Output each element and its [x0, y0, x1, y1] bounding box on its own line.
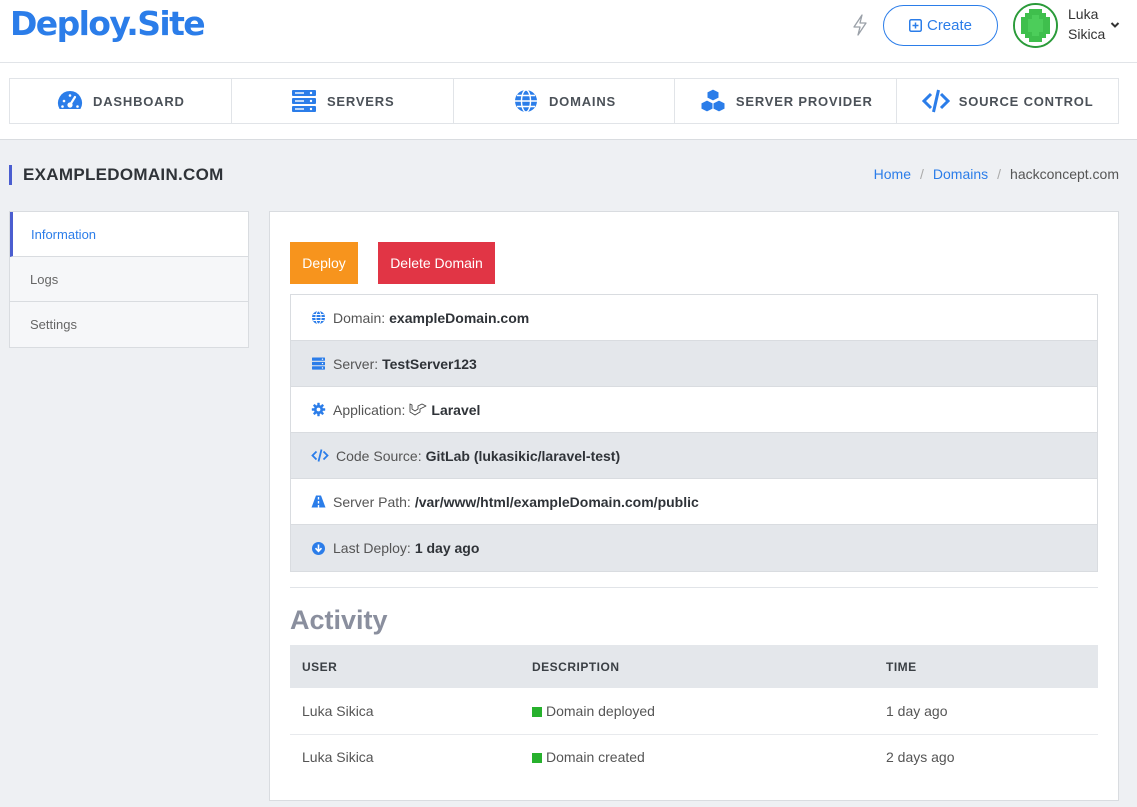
cell-user: Luka Sikica [290, 688, 520, 735]
info-value: /var/www/html/exampleDomain.com/public [414, 493, 699, 510]
globe-icon [311, 310, 326, 325]
info-label: Application: [333, 401, 406, 418]
divider [290, 587, 1098, 588]
cell-user: Luka Sikica [302, 749, 374, 766]
info-row-last-deploy: Last Deploy: 1 day ago [291, 525, 1097, 571]
info-label: Domain: [333, 309, 386, 326]
nav-item-label: SERVERS [326, 93, 395, 109]
info-label: Server: [333, 355, 379, 372]
create-button[interactable]: Create [883, 5, 998, 46]
info-label: Server Path: [333, 493, 411, 510]
user-first-name: Luka [1068, 6, 1099, 22]
side-item-information[interactable]: Information [10, 212, 248, 257]
globe-icon [514, 89, 537, 113]
code-icon [311, 448, 329, 463]
info-value: exampleDomain.com [389, 309, 530, 326]
deploy-button[interactable]: Deploy [290, 242, 358, 284]
table-row: Luka Sikica Domain created 2 days ago [290, 734, 1098, 780]
create-button-label: Create [926, 17, 973, 34]
info-value: GitLab (lukasikic/laravel-test) [425, 447, 621, 464]
status-dot [532, 706, 542, 717]
breadcrumb-home[interactable]: Home [874, 166, 911, 182]
activity-title: Activity [290, 605, 388, 635]
info-value: Laravel [431, 401, 481, 418]
side-menu: Information Logs Settings [9, 211, 249, 348]
breadcrumb-domains[interactable]: Domains [933, 166, 988, 182]
info-label: Last Deploy: [333, 540, 411, 556]
server-icon [291, 90, 316, 112]
cell-description: Domain created [520, 734, 874, 780]
nav-item-label: DASHBOARD [93, 93, 185, 109]
laravel-logo-icon [409, 403, 427, 416]
info-row-domain: Domain: exampleDomain.com [291, 295, 1097, 341]
cell-description-text: Domain deployed [546, 702, 655, 719]
top-bar: Deploy.Site Create Luka Sikica [0, 0, 1137, 63]
gear-icon [311, 402, 326, 417]
cell-time: 2 days ago [886, 749, 955, 766]
nav-item-source-control[interactable]: SOURCE CONTROL [897, 79, 1118, 123]
cell-description: Domain deployed [520, 688, 874, 735]
nav-item-label: SOURCE CONTROL [958, 93, 1094, 109]
nav-item-servers[interactable]: SERVERS [232, 79, 454, 123]
column-header-time: TIME [874, 645, 1098, 688]
side-item-settings[interactable]: Settings [10, 302, 248, 347]
side-item-logs[interactable]: Logs [10, 257, 248, 302]
main-nav-bar: DASHBOARD SERVERS DOMAINS SERVER PROVIDE… [0, 63, 1137, 140]
cubes-icon [700, 88, 726, 113]
info-value: TestServer123 [382, 355, 477, 372]
user-name[interactable]: Luka Sikica [1068, 4, 1110, 44]
logo[interactable]: Deploy.Site [10, 4, 206, 43]
nav-item-label: SERVER PROVIDER [735, 93, 873, 109]
column-header-user: USER [290, 645, 520, 688]
speedometer-icon [58, 91, 83, 109]
info-value: 1 day ago [414, 540, 480, 556]
column-header-description: DESCRIPTION [520, 645, 874, 688]
nav-item-server-provider[interactable]: SERVER PROVIDER [675, 79, 898, 123]
page-title: EXAMPLEDOMAIN.COM [9, 165, 224, 185]
breadcrumb-separator: / [997, 166, 1002, 182]
delete-domain-button[interactable]: Delete Domain [378, 242, 495, 284]
info-row-application: Application: Laravel [291, 387, 1097, 433]
cell-time: 1 day ago [874, 688, 1098, 735]
domain-panel: Deploy Delete Domain Domain: exampleDoma… [269, 211, 1119, 801]
server-icon [311, 356, 326, 371]
status-dot [532, 753, 542, 764]
cell-description-text: Domain created [546, 749, 645, 766]
domain-info-list: Domain: exampleDomain.com Server: TestSe… [290, 294, 1098, 572]
breadcrumb: Home / Domains / hackconcept.com [874, 166, 1119, 182]
info-row-server: Server: TestServer123 [291, 341, 1097, 387]
nav-item-label: DOMAINS [548, 93, 616, 109]
breadcrumb-separator: / [920, 166, 924, 182]
breadcrumb-current: hackconcept.com [1010, 166, 1119, 182]
nav-item-domains[interactable]: DOMAINS [454, 79, 676, 123]
table-row: Luka Sikica Domain deployed 1 day ago [290, 688, 1098, 735]
download-circle-icon [311, 541, 326, 556]
info-row-server-path: Server Path: /var/www/html/exampleDomain… [291, 479, 1097, 525]
info-row-code-source: Code Source: GitLab (lukasikic/laravel-t… [291, 433, 1097, 479]
table-header-row: USER DESCRIPTION TIME [290, 645, 1098, 688]
code-icon [921, 89, 950, 113]
avatar-pattern-icon [1015, 5, 1056, 46]
road-icon [311, 494, 326, 509]
nav-item-dashboard[interactable]: DASHBOARD [10, 79, 232, 123]
main-nav: DASHBOARD SERVERS DOMAINS SERVER PROVIDE… [9, 78, 1119, 124]
bolt-icon[interactable] [851, 14, 869, 36]
user-last-name: Sikica [1068, 26, 1106, 42]
plus-square-icon [908, 19, 922, 32]
info-label: Code Source: [336, 447, 422, 464]
chevron-down-icon[interactable] [1110, 20, 1120, 30]
activity-table: USER DESCRIPTION TIME Luka Sikica Domain… [290, 645, 1098, 780]
avatar[interactable] [1013, 3, 1058, 48]
